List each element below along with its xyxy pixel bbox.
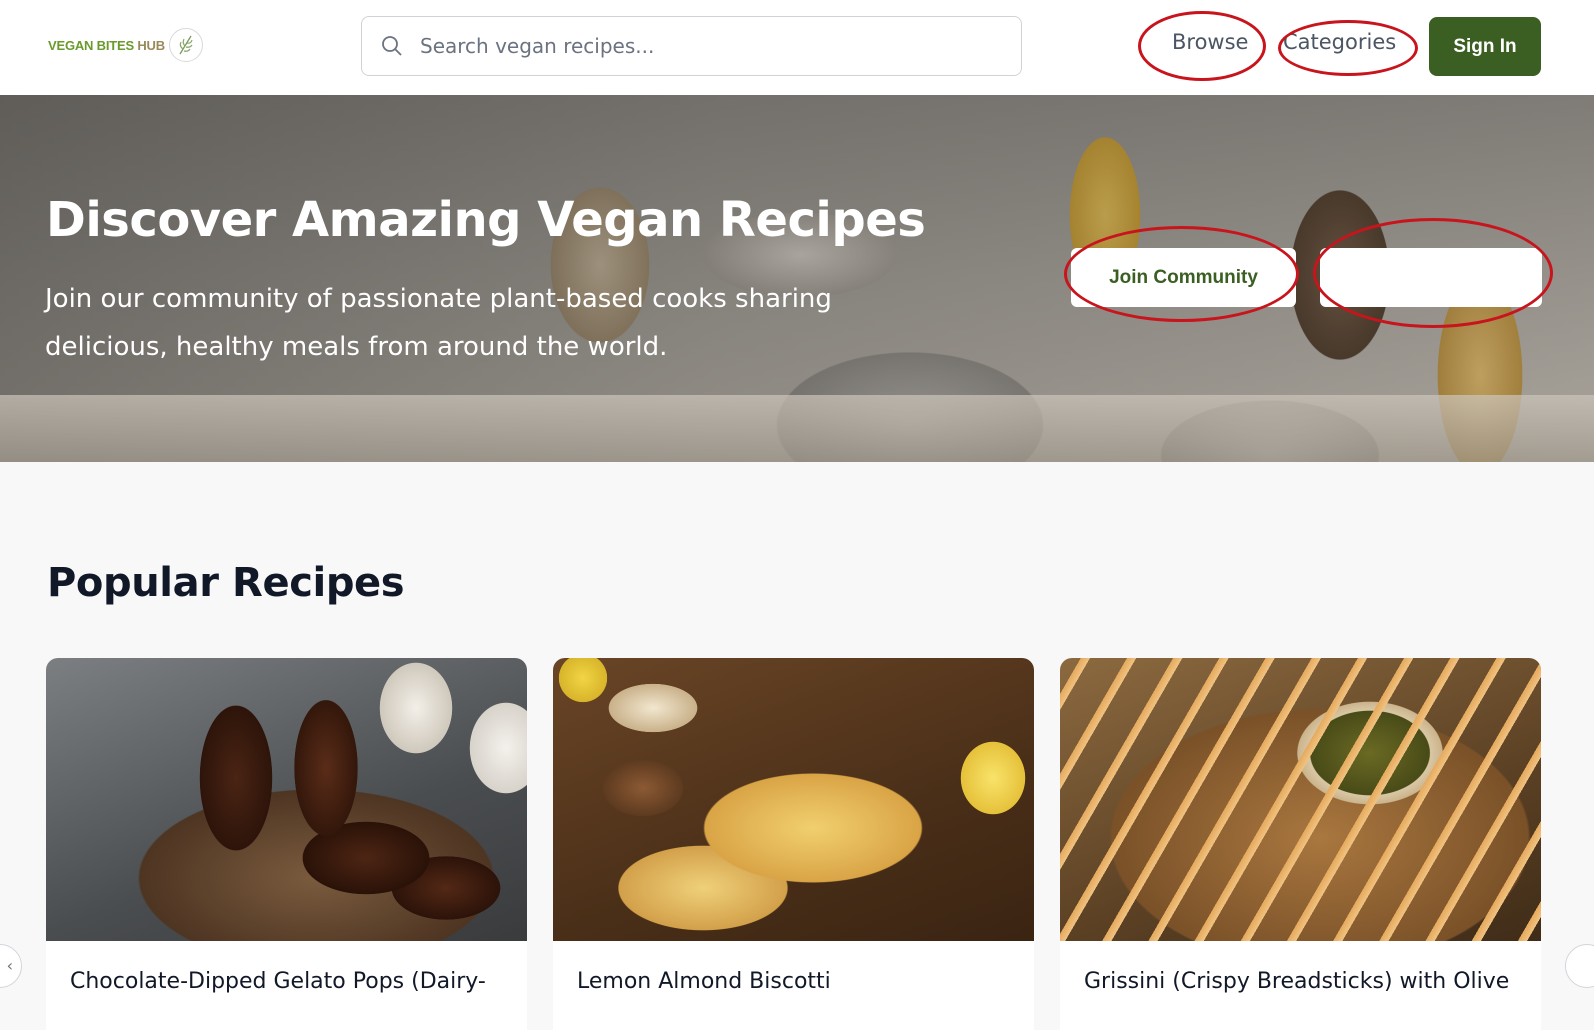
join-community-button[interactable]: Join Community [1071, 248, 1296, 307]
recipe-title[interactable]: Grissini (Crispy Breadsticks) with Olive [1084, 969, 1509, 994]
chevron-left-icon: ‹ [6, 956, 13, 975]
sign-in-button[interactable]: Sign In [1429, 17, 1541, 76]
hero-background-counter [0, 395, 1594, 462]
hero-secondary-button[interactable] [1320, 248, 1542, 307]
logo-text: VEGAN BITES HUB [48, 37, 165, 53]
popular-recipes-heading: Popular Recipes [47, 560, 405, 606]
carousel-next-button[interactable] [1565, 944, 1594, 988]
hero-title: Discover Amazing Vegan Recipes [46, 192, 926, 248]
leaf-icon [168, 28, 203, 62]
recipe-title[interactable]: Chocolate-Dipped Gelato Pops (Dairy- [70, 969, 486, 994]
hero-banner: Discover Amazing Vegan Recipes Join our … [0, 95, 1594, 462]
recipe-title[interactable]: Lemon Almond Biscotti [577, 969, 831, 994]
recipe-card[interactable]: Lemon Almond Biscotti [553, 658, 1034, 1030]
hero-subtitle: Join our community of passionate plant-b… [45, 284, 832, 362]
recipe-image[interactable] [1060, 658, 1541, 941]
search-icon [382, 36, 402, 56]
recipe-card[interactable]: Chocolate-Dipped Gelato Pops (Dairy- [46, 658, 527, 1030]
recipe-card[interactable]: Grissini (Crispy Breadsticks) with Olive [1060, 658, 1541, 1030]
carousel-prev-button[interactable]: ‹ [0, 944, 22, 988]
recipe-image[interactable] [46, 658, 527, 941]
search-input[interactable] [420, 34, 980, 58]
nav-categories-link[interactable]: Categories [1283, 30, 1396, 54]
logo[interactable]: VEGAN BITES HUB [48, 28, 203, 62]
search-bar[interactable] [361, 16, 1022, 76]
nav-browse-link[interactable]: Browse [1172, 30, 1248, 54]
recipe-image[interactable] [553, 658, 1034, 941]
site-header: VEGAN BITES HUB Browse Categories Sign I… [0, 0, 1594, 95]
